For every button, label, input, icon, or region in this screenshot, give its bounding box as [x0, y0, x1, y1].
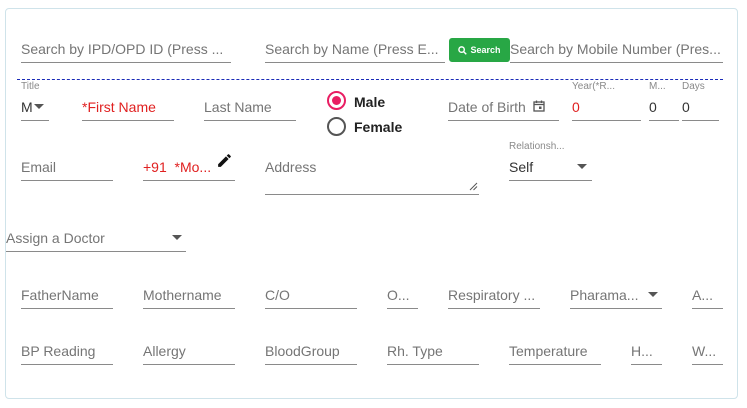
pharmacy-select[interactable]: Pharama...	[570, 286, 662, 309]
phone-prefix: +91	[143, 159, 167, 175]
pharmacy-dropdown-caret-icon[interactable]	[648, 292, 658, 297]
search-icon	[458, 45, 468, 55]
last-name-input[interactable]: Last Name	[204, 98, 296, 121]
father-name-input[interactable]: FatherName	[21, 286, 113, 309]
month-input[interactable]: 0	[649, 98, 679, 121]
search-button-label: Search	[470, 45, 501, 55]
days-input[interactable]: 0	[682, 98, 719, 121]
h-input[interactable]: H...	[631, 342, 662, 365]
allergy-input[interactable]: Allergy	[143, 342, 235, 365]
assign-doctor-caret-icon[interactable]	[172, 235, 182, 240]
title-dropdown-caret-icon[interactable]	[34, 104, 44, 109]
a-input[interactable]: A...	[692, 286, 723, 309]
date-of-birth-placeholder: Date of Birth	[448, 99, 526, 115]
o-input[interactable]: O...	[387, 286, 418, 309]
relationship-select[interactable]: Self	[509, 158, 592, 181]
mobile-placeholder: *Mo...	[174, 159, 212, 175]
w-input[interactable]: W...	[692, 342, 723, 365]
respiratory-input[interactable]: Respiratory ...	[448, 286, 540, 309]
relationship-dropdown-caret-icon[interactable]	[577, 164, 587, 169]
gender-male-radio[interactable]	[327, 91, 346, 110]
relationship-label: Relationsh...	[509, 141, 565, 152]
first-name-input[interactable]: *First Name	[82, 98, 174, 121]
calendar-icon[interactable]	[533, 100, 545, 112]
gender-female-label[interactable]: Female	[354, 119, 402, 135]
email-input[interactable]: Email	[21, 158, 113, 181]
name-search-input[interactable]: Search by Name (Press E...	[265, 40, 445, 63]
year-input[interactable]: 0	[572, 98, 641, 121]
registration-form-card	[5, 8, 738, 399]
rh-type-input[interactable]: Rh. Type	[387, 342, 479, 365]
assign-doctor-select[interactable]: Assign a Doctor	[6, 229, 186, 252]
title-label: Title	[21, 81, 40, 92]
bp-reading-input[interactable]: BP Reading	[21, 342, 113, 365]
mother-name-input[interactable]: Mothername	[143, 286, 235, 309]
days-label: Days	[682, 81, 705, 92]
textarea-resize-handle-icon[interactable]	[469, 182, 478, 191]
address-textarea[interactable]: Address	[265, 158, 479, 195]
title-value: M	[21, 99, 33, 115]
edit-pencil-icon[interactable]	[216, 152, 233, 169]
ipd-opd-search-input[interactable]: Search by IPD/OPD ID (Press ...	[21, 40, 231, 63]
gender-male-label[interactable]: Male	[354, 94, 385, 110]
blood-group-input[interactable]: BloodGroup	[265, 342, 357, 365]
gender-female-radio[interactable]	[327, 117, 346, 136]
year-label: Year(*R...	[572, 81, 615, 92]
section-divider	[17, 79, 723, 80]
relationship-value: Self	[509, 159, 534, 175]
title-select[interactable]: M	[21, 98, 49, 121]
search-button[interactable]: Search	[449, 38, 510, 62]
month-label: M...	[649, 81, 666, 92]
mobile-search-input[interactable]: Search by Mobile Number (Pres...	[510, 40, 723, 63]
temperature-input[interactable]: Temperature	[509, 342, 601, 365]
care-of-input[interactable]: C/O	[265, 286, 357, 309]
